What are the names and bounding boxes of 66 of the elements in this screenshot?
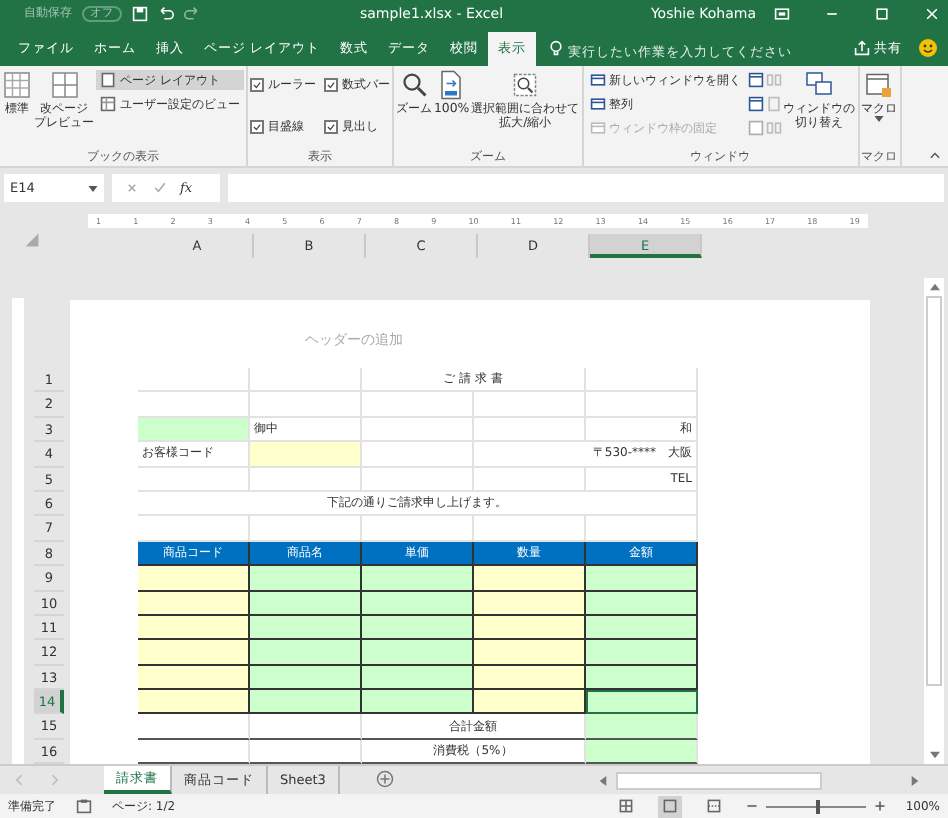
macro-record-icon[interactable]	[76, 798, 92, 814]
table-icon	[100, 96, 116, 112]
scroll-up-icon[interactable]	[929, 282, 939, 292]
table-cell[interactable]	[250, 640, 362, 666]
table-cell[interactable]	[362, 690, 474, 715]
table-cell[interactable]	[138, 640, 250, 666]
table-cell[interactable]	[138, 566, 250, 592]
hide-icon[interactable]	[747, 96, 764, 112]
table-cell[interactable]	[586, 566, 698, 592]
scroll-right-icon[interactable]	[910, 775, 920, 785]
zoom-out-icon[interactable]	[745, 800, 758, 812]
table-cell[interactable]	[586, 665, 698, 691]
table-cell[interactable]	[250, 566, 362, 592]
split-icon[interactable]	[747, 72, 764, 88]
table-cell[interactable]	[362, 665, 474, 691]
vertical-scrollbar[interactable]	[924, 278, 944, 764]
smiley-icon[interactable]	[918, 38, 938, 58]
caret-icon	[874, 116, 885, 122]
lightbulb-icon	[548, 40, 565, 56]
table-cell[interactable]	[250, 591, 362, 616]
table-cell[interactable]	[474, 566, 586, 592]
maximize-icon[interactable]	[874, 5, 890, 21]
magnifier-icon	[399, 70, 429, 100]
zoom-in-icon[interactable]	[873, 800, 886, 812]
caret-icon[interactable]	[88, 185, 98, 191]
table-cell[interactable]	[362, 615, 474, 641]
redo-icon[interactable]	[184, 5, 200, 21]
collapse-ribbon-icon[interactable]	[928, 148, 942, 162]
window-icon	[589, 72, 606, 88]
save-icon[interactable]	[132, 5, 148, 21]
table-cell[interactable]	[586, 690, 698, 715]
checkbox[interactable]	[250, 119, 264, 133]
table-cell[interactable]	[474, 615, 586, 641]
window-icon	[589, 120, 606, 136]
window-icon	[589, 96, 606, 112]
scroll-down-icon[interactable]	[929, 750, 939, 760]
scroll-left-icon[interactable]	[598, 775, 608, 785]
table-cell[interactable]	[474, 640, 586, 666]
table-cell[interactable]	[138, 591, 250, 616]
table-cell[interactable]	[586, 591, 698, 616]
table-cell[interactable]	[362, 566, 474, 592]
horizontal-scrollbar[interactable]	[594, 766, 924, 794]
table-cell[interactable]	[138, 690, 250, 715]
undo-icon[interactable]	[158, 5, 174, 21]
add-sheet-icon[interactable]	[375, 770, 394, 788]
table-cell[interactable]	[250, 690, 362, 715]
checkbox[interactable]	[324, 78, 338, 92]
page-layout-view-icon[interactable]	[657, 795, 682, 817]
table-cell[interactable]	[474, 591, 586, 616]
table-cell[interactable]	[586, 640, 698, 666]
table-cell[interactable]	[474, 690, 586, 715]
share-icon[interactable]	[854, 40, 870, 56]
close-icon[interactable]	[924, 5, 940, 21]
table-cell[interactable]	[474, 665, 586, 691]
table-cell[interactable]	[586, 615, 698, 641]
table-cell[interactable]	[138, 665, 250, 691]
table-cell[interactable]	[362, 640, 474, 666]
page-icon	[100, 72, 116, 88]
checkbox[interactable]	[324, 119, 338, 133]
table-cell[interactable]	[138, 615, 250, 641]
checkbox[interactable]	[250, 78, 264, 92]
ribbon-display-icon[interactable]	[774, 5, 790, 21]
table-cell[interactable]	[362, 591, 474, 616]
formula-field[interactable]	[228, 174, 944, 202]
table-cell[interactable]	[250, 615, 362, 641]
table-cell[interactable]	[250, 665, 362, 691]
